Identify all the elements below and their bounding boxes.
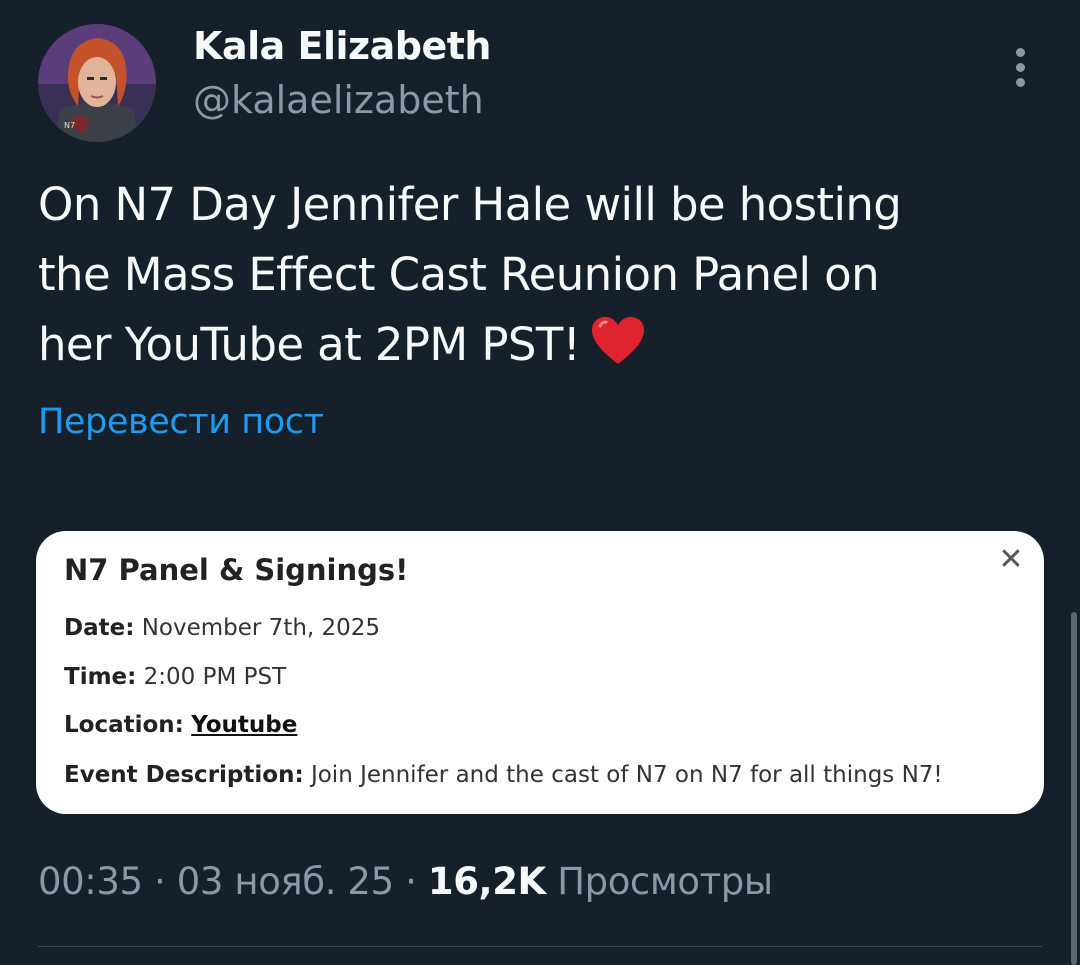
tweet-line: the Mass Effect Cast Reunion Panel on — [38, 248, 880, 301]
event-date-row: Date: November 7th, 2025 — [64, 615, 380, 641]
event-time-label: Time: — [64, 664, 137, 690]
divider — [38, 946, 1042, 947]
author-display-name[interactable]: Kala Elizabeth — [193, 24, 491, 68]
more-dot — [1016, 48, 1025, 57]
post-meta: 00:35 · 03 нояб. 25 · 16,2K Просмотры — [38, 860, 773, 903]
tweet-text: On N7 Day Jennifer Hale will be hosting … — [38, 170, 1048, 386]
more-dot — [1016, 63, 1025, 72]
meta-separator: · — [405, 860, 417, 903]
heart-icon — [590, 316, 646, 386]
post-time[interactable]: 00:35 — [38, 860, 143, 903]
translate-post-link[interactable]: Перевести пост — [38, 402, 324, 442]
event-description-row: Event Description: Join Jennifer and the… — [64, 762, 943, 788]
event-description-label: Event Description: — [64, 762, 304, 788]
event-time-row: Time: 2:00 PM PST — [64, 664, 286, 690]
more-dot — [1016, 78, 1025, 87]
event-time-value: 2:00 PM PST — [143, 664, 287, 690]
event-location-link[interactable]: Youtube — [191, 712, 297, 738]
event-card[interactable]: N7 Panel & Signings! ✕ Date: November 7t… — [36, 531, 1044, 814]
close-icon[interactable]: ✕ — [996, 545, 1026, 575]
meta-separator: · — [154, 860, 166, 903]
event-location-label: Location: — [64, 712, 184, 738]
svg-text:N7: N7 — [64, 121, 75, 130]
avatar[interactable]: N7 — [38, 24, 156, 142]
avatar-icon: N7 — [38, 24, 156, 142]
views-count[interactable]: 16,2K — [428, 860, 546, 903]
more-options-icon[interactable] — [1004, 44, 1036, 94]
event-card-title: N7 Panel & Signings! — [64, 553, 409, 587]
event-date-label: Date: — [64, 615, 135, 641]
tweet-line-text: her YouTube at 2PM PST! — [38, 318, 581, 371]
views-label[interactable]: Просмотры — [557, 860, 773, 903]
scrollbar[interactable] — [1071, 612, 1077, 965]
event-description-value: Join Jennifer and the cast of N7 on N7 f… — [310, 762, 943, 788]
event-location-row: Location: Youtube — [64, 712, 297, 738]
post-date[interactable]: 03 нояб. 25 — [177, 860, 394, 903]
author-handle[interactable]: @kalaelizabeth — [193, 78, 484, 122]
tweet-line-last: her YouTube at 2PM PST! — [38, 310, 1048, 386]
tweet-line: On N7 Day Jennifer Hale will be hosting — [38, 178, 902, 231]
event-date-value: November 7th, 2025 — [141, 615, 381, 641]
